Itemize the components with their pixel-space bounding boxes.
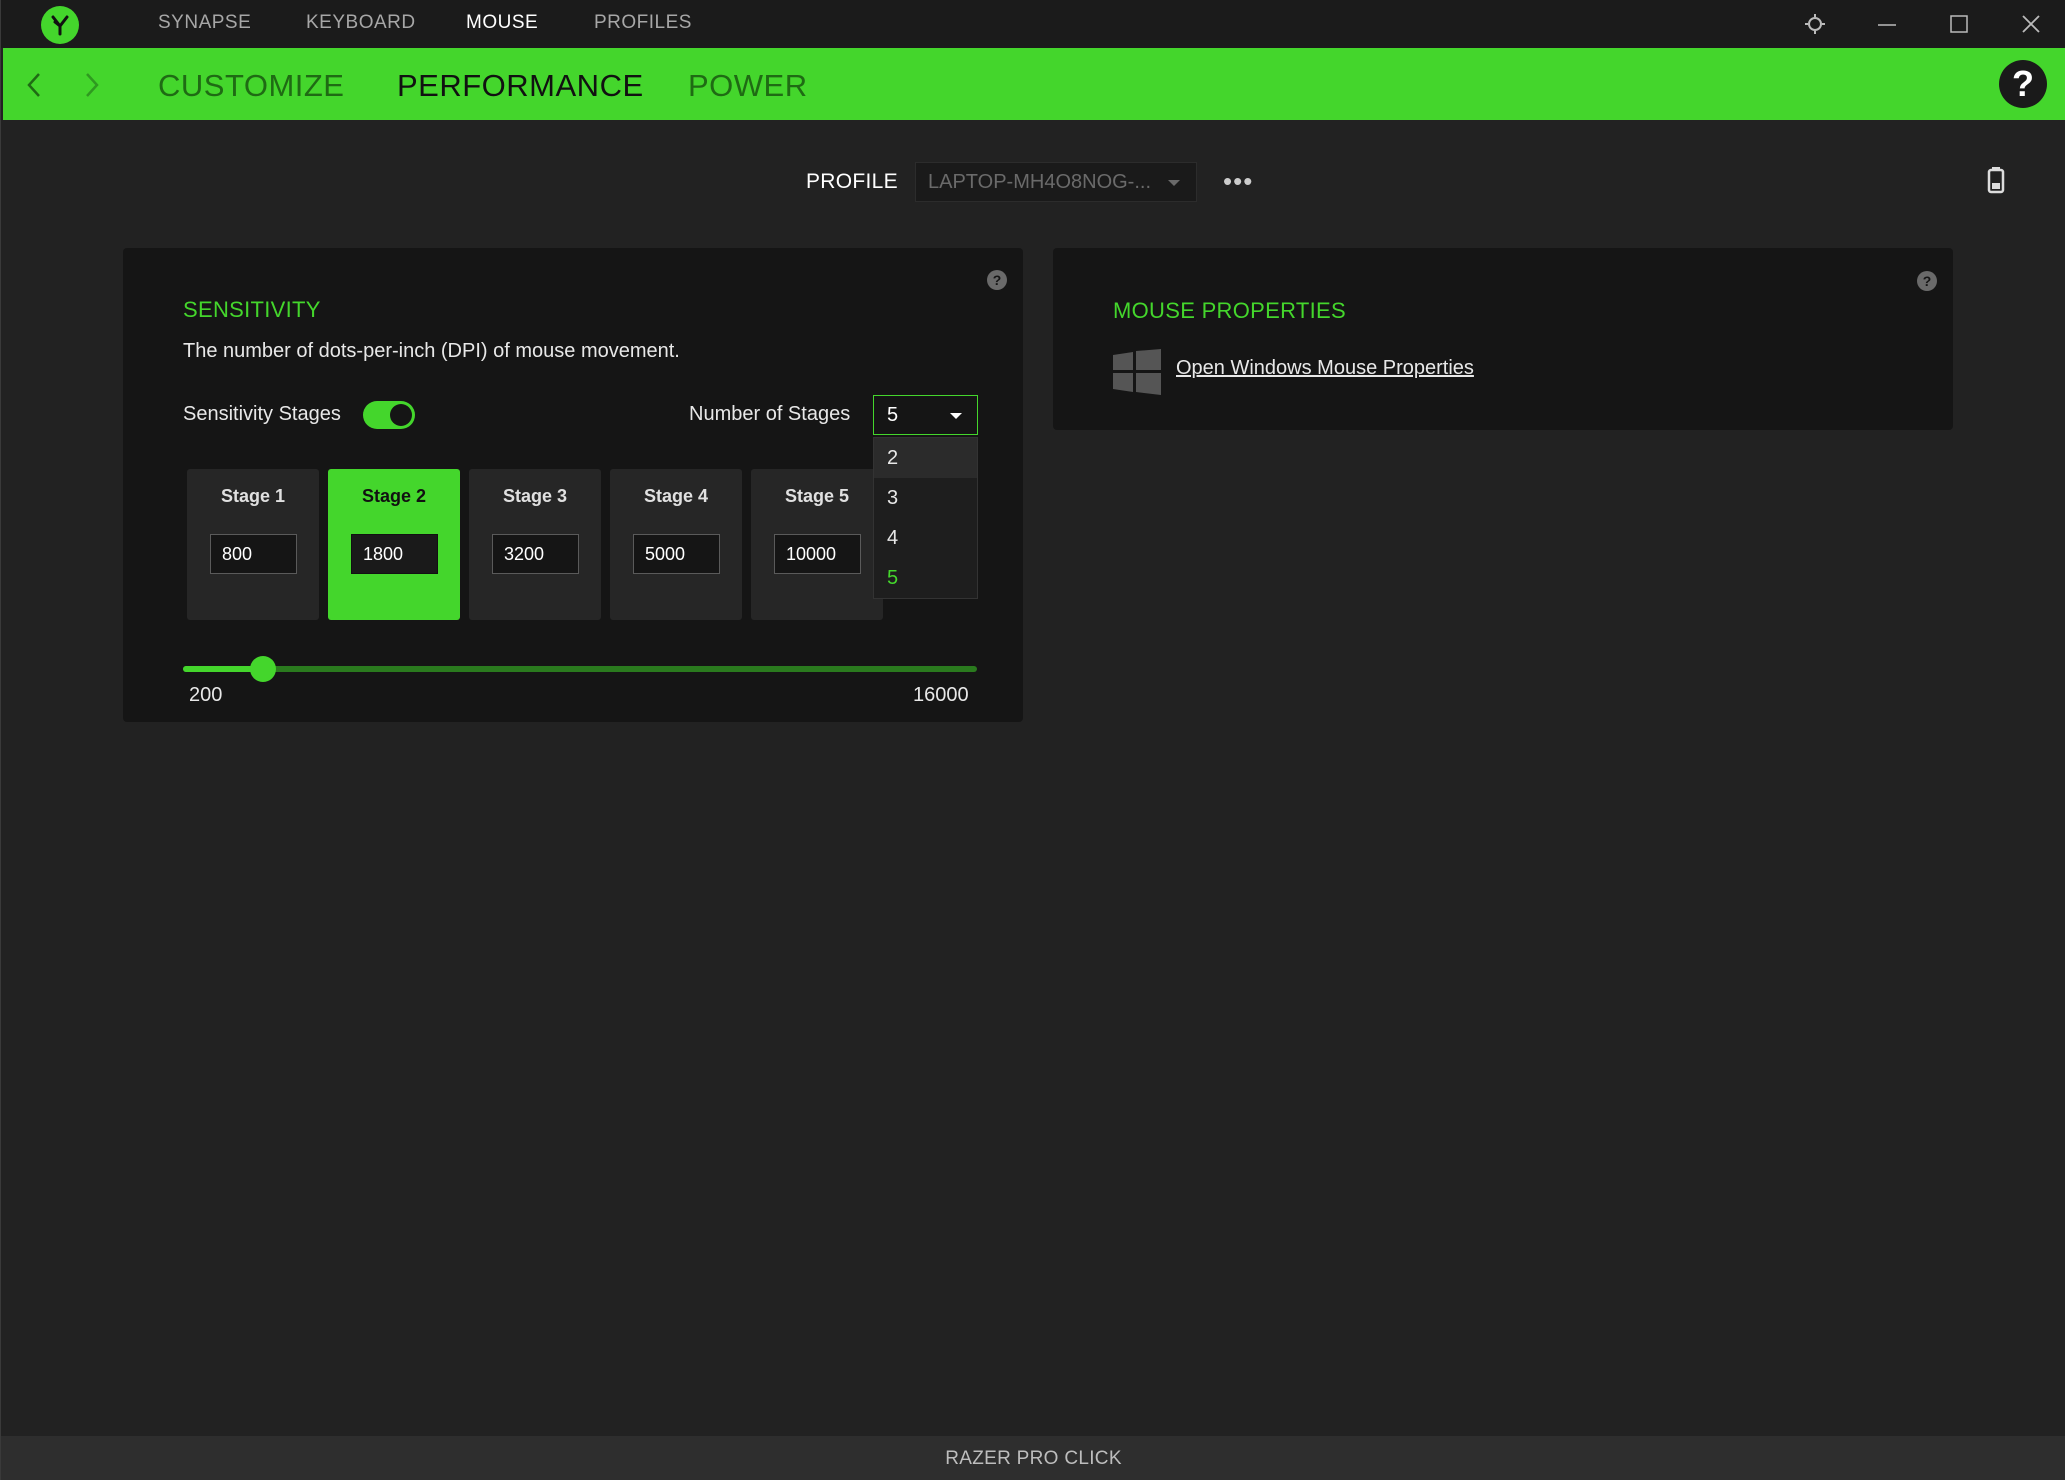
toggle-knob	[390, 404, 412, 426]
topnav-synapse[interactable]: SYNAPSE	[158, 12, 251, 34]
battery-icon	[1987, 166, 2005, 194]
sensitivity-help-icon[interactable]: ?	[987, 270, 1007, 290]
dpi-max-label: 16000	[913, 684, 969, 706]
help-icon[interactable]: ?	[1999, 60, 2047, 108]
stage-label: Stage 1	[220, 486, 286, 506]
windows-logo-icon	[1113, 349, 1161, 395]
stage-dpi-input[interactable]: 10000	[774, 534, 861, 574]
tab-performance[interactable]: PERFORMANCE	[397, 68, 644, 104]
sensitivity-description: The number of dots-per-inch (DPI) of mou…	[183, 340, 680, 362]
sensitivity-title: SENSITIVITY	[183, 297, 321, 322]
title-bar: SYNAPSE KEYBOARD MOUSE PROFILES	[1, 0, 2065, 48]
stage-label: Stage 3	[502, 486, 568, 506]
option-5[interactable]: 5	[874, 558, 977, 598]
settings-icon[interactable]	[1801, 10, 1829, 38]
sensitivity-stages-toggle[interactable]	[363, 401, 415, 429]
stage-label: Stage 5	[784, 486, 850, 506]
mouse-properties-panel	[1053, 248, 1953, 430]
topnav-profiles[interactable]: PROFILES	[594, 12, 692, 34]
topnav-mouse[interactable]: MOUSE	[466, 12, 538, 34]
more-options-icon[interactable]: •••	[1223, 166, 1253, 197]
chevron-down-icon	[950, 413, 962, 419]
stage-card-1[interactable]: Stage 1 800	[187, 469, 319, 620]
mouse-properties-help-icon[interactable]: ?	[1917, 271, 1937, 291]
profile-value: LAPTOP-MH4O8NOG-...	[928, 171, 1152, 193]
forward-arrow-icon[interactable]	[79, 70, 103, 100]
stage-card-2[interactable]: Stage 2 1800	[328, 469, 460, 620]
topnav-keyboard[interactable]: KEYBOARD	[306, 12, 416, 34]
minimize-icon[interactable]	[1873, 10, 1901, 38]
option-3[interactable]: 3	[874, 478, 977, 518]
stage-dpi-input[interactable]: 800	[210, 534, 297, 574]
stage-dpi-input[interactable]: 5000	[633, 534, 720, 574]
sensitivity-stages-label: Sensitivity Stages	[183, 403, 341, 425]
back-arrow-icon[interactable]	[23, 70, 47, 100]
maximize-icon[interactable]	[1945, 10, 1973, 38]
stage-label: Stage 4	[643, 486, 709, 506]
number-of-stages-dropdown[interactable]: 5	[873, 395, 978, 435]
open-windows-mouse-properties-link[interactable]: Open Windows Mouse Properties	[1176, 357, 1474, 380]
razer-logo-icon[interactable]	[41, 6, 79, 44]
dpi-min-label: 200	[189, 684, 223, 706]
chevron-down-icon	[1168, 180, 1180, 186]
stage-card-3[interactable]: Stage 3 3200	[469, 469, 601, 620]
footer-bar: RAZER PRO CLICK	[1, 1436, 2065, 1480]
option-2[interactable]: 2	[874, 438, 977, 478]
stage-card-5[interactable]: Stage 5 10000	[751, 469, 883, 620]
profile-dropdown[interactable]: LAPTOP-MH4O8NOG-...	[915, 162, 1197, 202]
option-4[interactable]: 4	[874, 518, 977, 558]
mouse-properties-title: MOUSE PROPERTIES	[1113, 298, 1346, 323]
stage-label: Stage 2	[361, 486, 427, 506]
number-of-stages-label: Number of Stages	[689, 403, 851, 425]
number-of-stages-options: 2 3 4 5	[873, 437, 978, 599]
device-name: RAZER PRO CLICK	[945, 1448, 1122, 1469]
dpi-slider-track[interactable]	[183, 666, 977, 672]
stage-dpi-input[interactable]: 3200	[492, 534, 579, 574]
tab-power[interactable]: POWER	[688, 68, 808, 104]
number-of-stages-value: 5	[887, 404, 899, 426]
tab-customize[interactable]: CUSTOMIZE	[158, 68, 345, 104]
synapse-window: SYNAPSE KEYBOARD MOUSE PROFILES CUSTOMIZ…	[0, 0, 2065, 1480]
stage-dpi-input[interactable]: 1800	[351, 534, 438, 574]
close-icon[interactable]	[2017, 10, 2045, 38]
sub-navigation: CUSTOMIZE PERFORMANCE POWER ?	[3, 48, 2065, 120]
profile-label: PROFILE	[806, 170, 898, 193]
stage-card-4[interactable]: Stage 4 5000	[610, 469, 742, 620]
